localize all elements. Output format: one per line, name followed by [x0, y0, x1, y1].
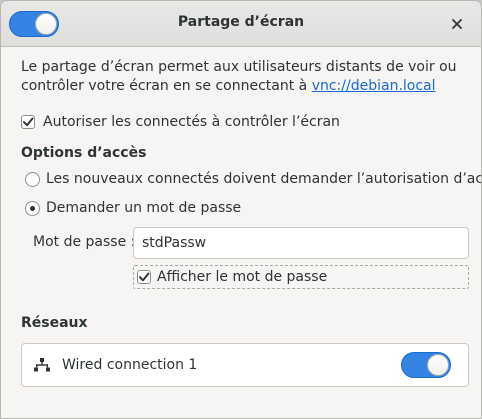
radio-selected-dot: [30, 206, 35, 211]
access-option-password-label: Demander un mot de passe: [46, 200, 242, 216]
password-label: Mot de passe :: [33, 234, 136, 250]
header-bar: Partage d’écran: [1, 1, 481, 47]
toggle-knob: [427, 354, 449, 376]
checkmark-icon: [23, 117, 34, 127]
network-row: Wired connection 1: [21, 343, 469, 387]
checkmark-icon: [139, 272, 150, 282]
networks-heading: Réseaux: [21, 315, 88, 331]
close-icon: [452, 19, 462, 29]
access-option-ask-radio[interactable]: [25, 172, 40, 187]
network-name: Wired connection 1: [62, 357, 198, 373]
screen-sharing-dialog: Partage d’écran Le partage d’écran perme…: [0, 0, 482, 419]
password-input[interactable]: stdPassw: [133, 227, 469, 259]
sharing-description: Le partage d’écran permet aux utilisateu…: [21, 58, 461, 96]
network-wired-icon: [34, 358, 50, 372]
access-option-ask-label: Les nouveaux connectés doivent demander …: [46, 171, 482, 187]
dialog-title: Partage d’écran: [177, 14, 305, 30]
show-password-checkbox[interactable]: [137, 270, 151, 284]
allow-control-checkbox[interactable]: [21, 115, 35, 129]
access-option-password-radio[interactable]: [25, 201, 40, 216]
allow-control-label: Autoriser les connectés à contrôler l’éc…: [43, 114, 340, 130]
show-password-label: Afficher le mot de passe: [157, 269, 328, 285]
close-button[interactable]: [447, 14, 467, 34]
vnc-address-link[interactable]: vnc://debian.local: [312, 78, 436, 94]
network-toggle[interactable]: [401, 352, 451, 378]
access-options-heading: Options d’accès: [21, 145, 147, 161]
